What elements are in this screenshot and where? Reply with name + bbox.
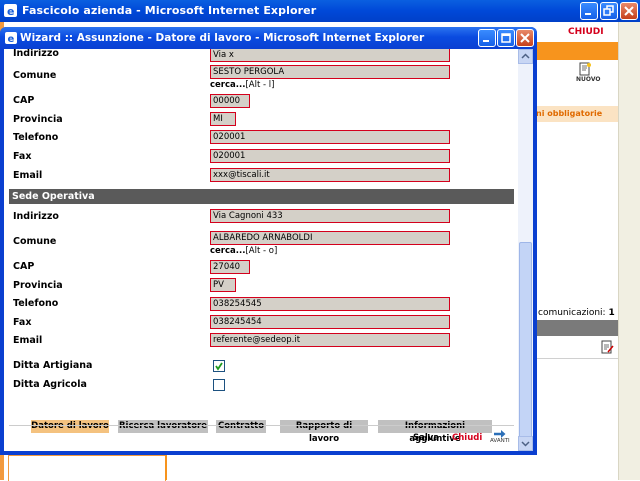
input-provincia-operativa[interactable]: PV <box>210 278 236 292</box>
outer-grey-bar <box>536 320 618 336</box>
restore-button[interactable] <box>600 2 618 20</box>
label-indirizzo: Indirizzo <box>13 49 59 59</box>
input-comune-operativa[interactable]: ALBAREDO ARNABOLDI <box>210 231 450 245</box>
section-header-sede-operativa: Sede Operativa <box>9 189 514 204</box>
maximize-icon <box>501 33 511 43</box>
label-fax-operativa: Fax <box>13 317 32 328</box>
label-indirizzo-operativa: Indirizzo <box>13 211 59 222</box>
scroll-up-button[interactable] <box>518 49 533 64</box>
input-telefono[interactable]: 020001 <box>210 130 450 144</box>
label-cap: CAP <box>13 95 35 106</box>
chiudi-button[interactable]: Chiudi <box>452 433 482 443</box>
label-email-operativa: Email <box>13 335 43 346</box>
popup-maximize-button[interactable] <box>497 29 515 47</box>
ie-icon: e <box>4 4 17 18</box>
label-provincia: Provincia <box>13 114 63 125</box>
cerca-comune-operativa-link[interactable]: cerca...[Alt - o] <box>210 246 277 256</box>
close-button[interactable] <box>620 2 638 20</box>
tab-rapporto-di-lavoro[interactable]: Rapporto di lavoro <box>280 420 368 444</box>
label-comune: Comune <box>13 70 57 81</box>
outer-scrollbar[interactable] <box>618 22 640 480</box>
minimize-icon <box>483 40 489 42</box>
avanti-label[interactable]: AVANTI <box>490 438 510 444</box>
tab-datore-di-lavoro[interactable]: Datore di lavoro <box>31 420 109 433</box>
popup-minimize-button[interactable] <box>478 29 496 47</box>
label-telefono-operativa: Telefono <box>13 298 59 309</box>
label-cap-operativa: CAP <box>13 261 35 272</box>
restore-icon <box>603 5 614 16</box>
popup-content: Indirizzo Via x Comune SESTO PERGOLA cer… <box>4 49 533 451</box>
checkbox-ditta-agricola[interactable] <box>213 379 225 391</box>
popup-scrollbar[interactable] <box>518 49 533 451</box>
ie-icon: e <box>5 32 17 45</box>
wizard-popup-window: e Wizard :: Assunzione - Datore di lavor… <box>0 27 537 455</box>
label-provincia-operativa: Provincia <box>13 280 63 291</box>
popup-close-button[interactable] <box>516 29 534 47</box>
label-ditta-artigiana: Ditta Artigiana <box>13 360 93 371</box>
outer-orange-divider <box>165 455 167 480</box>
input-fax-operativa[interactable]: 038245454 <box>210 315 450 329</box>
document-edit-icon[interactable] <box>600 340 614 354</box>
tab-contratto[interactable]: Contratto <box>216 420 266 433</box>
footer-divider <box>9 425 514 426</box>
chevron-down-icon <box>521 441 530 447</box>
outer-divider <box>536 358 618 359</box>
cerca-comune-link[interactable]: cerca...[Alt - l] <box>210 80 274 90</box>
input-fax[interactable]: 020001 <box>210 149 450 163</box>
outer-nuovo-label[interactable]: NUOVO <box>576 76 600 83</box>
popup-title: Wizard :: Assunzione - Datore di lavoro … <box>20 32 425 44</box>
label-email: Email <box>13 170 43 181</box>
checkbox-ditta-artigiana[interactable] <box>213 360 225 372</box>
input-email[interactable]: xxx@tiscali.it <box>210 168 450 182</box>
new-document-icon[interactable] <box>578 62 592 76</box>
svg-text:e: e <box>7 5 14 18</box>
input-indirizzo[interactable]: Via x <box>210 49 450 62</box>
tab-ricerca-lavoratore[interactable]: Ricerca lavoratore <box>118 420 208 433</box>
popup-titlebar: e Wizard :: Assunzione - Datore di lavor… <box>0 27 537 49</box>
svg-text:e: e <box>8 34 15 45</box>
outer-comunicazioni: comunicazioni: 1 <box>538 308 615 318</box>
input-cap-operativa[interactable]: 27040 <box>210 260 250 274</box>
outer-orange-band <box>536 42 618 60</box>
input-indirizzo-operativa[interactable]: Via Cagnoni 433 <box>210 209 450 223</box>
outer-obbligatorie-text: ni obbligatorie <box>536 109 603 118</box>
input-provincia[interactable]: MI <box>210 112 236 126</box>
input-comune[interactable]: SESTO PERGOLA <box>210 65 450 79</box>
label-ditta-agricola: Ditta Agricola <box>13 379 87 390</box>
minimize-icon <box>585 13 591 15</box>
input-cap[interactable]: 00000 <box>210 94 250 108</box>
label-comune-operativa: Comune <box>13 236 57 247</box>
input-email-operativa[interactable]: referente@sedeop.it <box>210 333 450 347</box>
chevron-up-icon <box>521 53 530 59</box>
label-fax: Fax <box>13 151 32 162</box>
wizard-form: Indirizzo Via x Comune SESTO PERGOLA cer… <box>4 49 518 451</box>
label-telefono: Telefono <box>13 132 59 143</box>
scroll-thumb[interactable] <box>519 242 532 447</box>
tab-informazioni-aggiuntive[interactable]: Informazioni aggiuntive <box>378 420 492 444</box>
checkmark-icon <box>215 362 223 371</box>
outer-window-title: Fascicolo azienda - Microsoft Internet E… <box>22 4 317 17</box>
close-icon <box>624 6 634 16</box>
outer-window-titlebar: e Fascicolo azienda - Microsoft Internet… <box>0 0 640 22</box>
input-telefono-operativa[interactable]: 038254545 <box>210 297 450 311</box>
minimize-button[interactable] <box>580 2 598 20</box>
outer-chiudi-link[interactable]: CHIUDI <box>568 27 604 37</box>
close-icon <box>520 33 530 43</box>
salva-button[interactable]: Salva <box>413 433 439 443</box>
scroll-down-button[interactable] <box>518 436 533 451</box>
outer-bottom-box <box>8 455 166 481</box>
